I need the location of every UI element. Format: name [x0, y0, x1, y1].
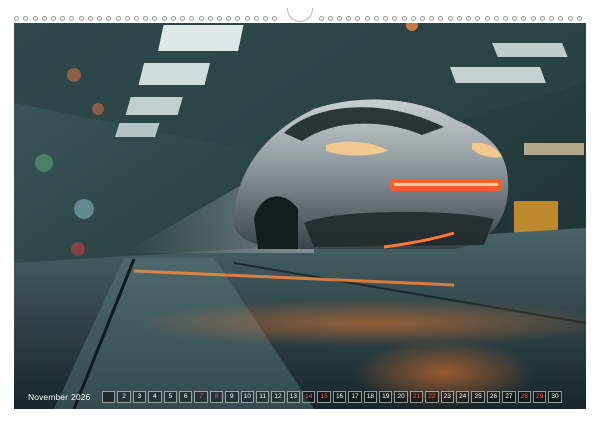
binding-hole — [198, 16, 204, 21]
binding-hole — [97, 16, 102, 21]
binding-hole — [207, 16, 213, 21]
binding-hole — [364, 16, 370, 21]
binding-hole — [32, 16, 38, 21]
calendar-strip: November 2026 2 3 4 5 6 7 8 9 10 11 12 13 14 15 16 17 18 1… — [28, 390, 574, 404]
binding-hole — [410, 16, 416, 21]
binding-hole — [327, 16, 333, 21]
binding-hole — [69, 16, 75, 21]
day-cell: 20 — [394, 391, 408, 403]
binding-hole — [336, 16, 342, 21]
binding-hole — [50, 16, 56, 21]
binding-hole — [558, 16, 564, 21]
binding-hole — [567, 16, 573, 21]
binding-hole — [456, 16, 462, 21]
binding-hole — [401, 16, 407, 21]
binding-hole — [60, 16, 66, 21]
day-cell: 9 — [225, 391, 239, 403]
day-cell: 4 — [148, 391, 162, 403]
binding-hole — [41, 16, 47, 21]
day-cell: 10 — [240, 391, 254, 403]
day-cell: 13 — [286, 391, 301, 403]
day-cell: 22 — [425, 391, 439, 403]
day-cell: 18 — [363, 391, 378, 403]
day-cell — [102, 391, 116, 403]
day-cell: 11 — [255, 391, 270, 403]
binding-hole — [355, 16, 361, 21]
month-name: November — [28, 392, 69, 402]
day-cell: 25 — [471, 391, 485, 403]
binding-hole — [392, 16, 398, 21]
day-cell: 3 — [132, 391, 147, 403]
day-cell: 14 — [302, 391, 316, 403]
binding-hole — [124, 16, 130, 21]
binding-hole — [263, 16, 269, 21]
day-cell: 27 — [502, 391, 516, 403]
binding-hole — [244, 16, 250, 21]
day-cell: 15 — [317, 391, 331, 403]
day-cell: 5 — [163, 391, 177, 403]
binding-hole — [549, 16, 555, 21]
calendar-page: November 2026 2 3 4 5 6 7 8 9 10 11 12 13 14 15 16 17 18 1… — [0, 0, 600, 432]
binding-hole — [475, 16, 481, 21]
day-cell: 7 — [194, 391, 208, 403]
binding-hole — [189, 16, 195, 21]
binding-hole — [217, 16, 222, 21]
binding-hole — [253, 16, 259, 21]
binding-hole — [373, 16, 379, 21]
binding-hole — [493, 16, 499, 21]
binding-hole — [170, 16, 176, 21]
day-cell: 12 — [271, 391, 285, 403]
calendar-photo — [14, 23, 586, 409]
day-cell: 8 — [209, 391, 224, 403]
binding-hole — [318, 16, 324, 21]
day-cells: 2 3 4 5 6 7 8 9 10 11 12 13 14 15 16 17 18 19 20 21 22 23 24 25… — [102, 391, 574, 403]
binding-hole — [484, 16, 490, 21]
binding-hole — [419, 16, 425, 21]
binding-hole — [235, 16, 241, 21]
binding-hole — [539, 16, 545, 21]
binding-hole — [503, 16, 508, 21]
day-cell: 29 — [532, 391, 547, 403]
day-cell: 19 — [379, 391, 393, 403]
day-cell: 17 — [348, 391, 362, 403]
day-cell: 28 — [517, 391, 531, 403]
binding-hole — [226, 16, 232, 21]
day-cell: 2 — [117, 391, 131, 403]
binding-hole — [14, 16, 19, 21]
binding-hole — [161, 16, 167, 21]
binding-hole — [530, 16, 536, 21]
binding-hole — [78, 16, 84, 21]
binding-hole — [447, 16, 453, 21]
binding-hole — [512, 16, 518, 21]
binding-hole — [152, 16, 158, 21]
day-cell: 26 — [486, 391, 501, 403]
binding-hole — [429, 16, 435, 21]
binding-hole — [115, 16, 121, 21]
binding-hole — [87, 16, 93, 21]
futuristic-car-image — [14, 23, 586, 409]
binding-hole — [272, 16, 278, 21]
binding-hole — [576, 16, 582, 21]
binding-hole — [383, 16, 388, 21]
binding-hole — [106, 16, 112, 21]
binding-hole — [346, 16, 352, 21]
year-label: 2026 — [71, 392, 91, 402]
binding-hole — [180, 16, 186, 21]
binding-hole — [143, 16, 149, 21]
day-cell: 6 — [178, 391, 193, 403]
binding-hole — [521, 16, 527, 21]
binding-hole — [466, 16, 472, 21]
day-cell: 30 — [548, 391, 562, 403]
day-cell: 23 — [440, 391, 454, 403]
day-cell: 24 — [455, 391, 470, 403]
binding-hole — [438, 16, 444, 21]
day-cell: 16 — [332, 391, 347, 403]
binding-hole — [133, 16, 139, 21]
binding-hole — [23, 16, 29, 21]
day-cell: 21 — [409, 391, 424, 403]
month-label: November 2026 — [28, 392, 102, 402]
